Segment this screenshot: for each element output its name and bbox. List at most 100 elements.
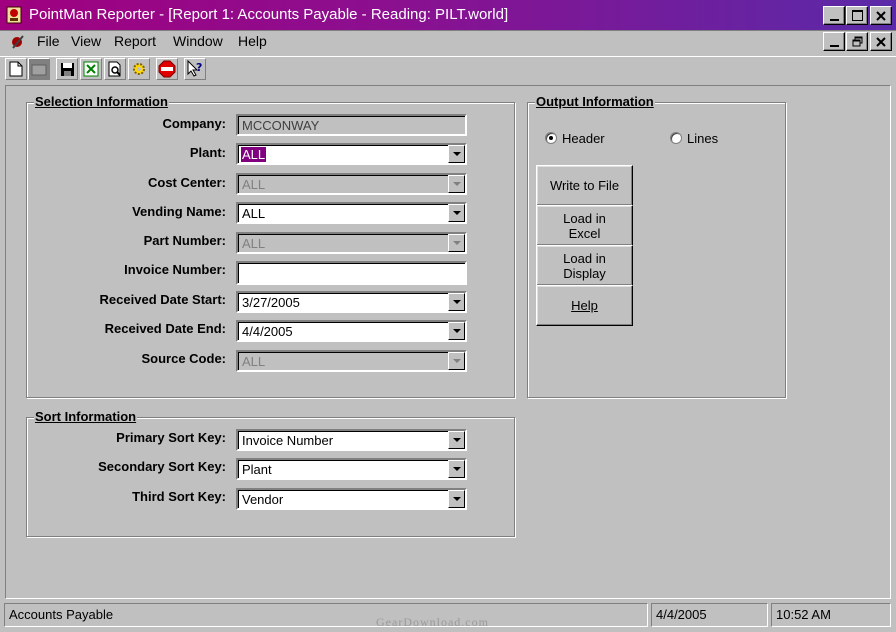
received-start-dropdown-button[interactable] [448, 293, 465, 311]
received-end-label: Received Date End: [104, 321, 226, 336]
load-in-excel-button[interactable]: Load in Excel [536, 205, 633, 246]
stop-button[interactable] [156, 58, 178, 80]
minimize-icon [829, 18, 839, 21]
settings-button[interactable] [128, 58, 150, 80]
received-start-select[interactable]: 3/27/2005 [236, 291, 467, 313]
received-end-value: 4/4/2005 [242, 324, 293, 339]
help-button-label: Help [571, 298, 598, 313]
child-close-button[interactable] [870, 32, 892, 51]
invoice-number-input[interactable] [236, 261, 467, 285]
help-pointer-icon: ? [187, 60, 202, 77]
secondary-sort-dropdown-button[interactable] [448, 460, 465, 478]
vending-name-select[interactable]: ALL [236, 202, 467, 224]
maximize-icon [851, 10, 863, 21]
chevron-down-icon [452, 152, 461, 156]
primary-sort-value: Invoice Number [242, 433, 334, 448]
menu-help[interactable]: Help [238, 32, 267, 50]
open-button[interactable] [28, 58, 50, 80]
minimize-button[interactable] [823, 6, 845, 25]
output-group-title: Output Information [535, 94, 655, 109]
third-sort-dropdown-button[interactable] [448, 490, 465, 508]
secondary-sort-select[interactable]: Plant [236, 458, 467, 480]
print-preview-button[interactable] [104, 58, 126, 80]
chevron-down-icon [452, 329, 461, 333]
plant-select[interactable]: ALL [236, 143, 467, 165]
new-button[interactable] [5, 58, 27, 80]
chevron-down-icon [452, 438, 461, 442]
app-icon[interactable] [5, 5, 25, 25]
save-button[interactable] [56, 58, 78, 80]
save-icon [60, 62, 74, 76]
cost-center-dropdown-button[interactable] [448, 175, 465, 193]
source-code-value: ALL [242, 354, 266, 369]
chevron-down-icon [452, 211, 461, 215]
primary-sort-dropdown-button[interactable] [448, 431, 465, 449]
status-time: 10:52 AM [771, 603, 891, 627]
vending-name-dropdown-button[interactable] [448, 204, 465, 222]
plant-label: Plant: [189, 145, 226, 160]
part-number-select[interactable]: ALL [236, 232, 467, 254]
primary-sort-label: Primary Sort Key: [116, 430, 226, 445]
received-end-dropdown-button[interactable] [448, 322, 465, 340]
close-button[interactable] [870, 6, 892, 25]
source-code-label: Source Code: [141, 351, 226, 366]
close-icon [876, 10, 886, 21]
write-to-file-button[interactable]: Write to File [536, 165, 633, 206]
header-radio[interactable] [545, 132, 557, 144]
menu-file[interactable]: File [37, 32, 60, 50]
menu-view[interactable]: View [71, 32, 101, 50]
maximize-button[interactable] [846, 6, 868, 25]
svg-text:?: ? [196, 61, 202, 74]
cost-center-value: ALL [242, 177, 266, 192]
load-in-display-label-1: Load in [563, 250, 606, 266]
sort-group-title: Sort Information [34, 409, 138, 424]
context-help-button[interactable]: ? [184, 58, 206, 80]
part-number-value: ALL [242, 236, 266, 251]
plant-value: ALL [241, 147, 267, 162]
third-sort-value: Vendor [242, 492, 284, 507]
lines-radio-label[interactable]: Lines [687, 131, 718, 146]
received-end-select[interactable]: 4/4/2005 [236, 320, 467, 342]
chevron-down-icon [452, 497, 461, 501]
part-number-label: Part Number: [143, 233, 226, 248]
third-sort-select[interactable]: Vendor [236, 488, 467, 510]
excel-icon [83, 61, 99, 77]
header-radio-label[interactable]: Header [562, 131, 605, 146]
radio-selected-dot [549, 136, 553, 140]
restore-icon [852, 36, 862, 47]
document-icon[interactable] [9, 33, 29, 51]
watermark: GearDownload.com [376, 615, 489, 629]
source-code-dropdown-button[interactable] [448, 352, 465, 370]
cost-center-label: Cost Center: [147, 175, 226, 190]
chevron-down-icon [452, 241, 461, 245]
stop-icon [158, 60, 176, 78]
company-field: MCCONWAY [236, 114, 467, 136]
load-in-excel-label-1: Load in [563, 210, 606, 226]
status-report-name: Accounts Payable [4, 603, 648, 627]
settings-icon [133, 63, 145, 75]
part-number-dropdown-button[interactable] [448, 234, 465, 252]
company-value: MCCONWAY [242, 118, 320, 133]
primary-sort-select[interactable]: Invoice Number [236, 429, 467, 451]
child-restore-button[interactable] [846, 32, 868, 51]
chevron-down-icon [452, 359, 461, 363]
excel-button[interactable] [80, 58, 102, 80]
received-start-value: 3/27/2005 [242, 295, 300, 310]
load-in-display-button[interactable]: Load in Display [536, 245, 633, 286]
company-label: Company: [162, 116, 226, 131]
secondary-sort-label: Secondary Sort Key: [98, 459, 226, 474]
help-button[interactable]: Help [536, 285, 633, 326]
menu-window[interactable]: Window [173, 32, 223, 50]
lines-radio[interactable] [670, 132, 682, 144]
source-code-select[interactable]: ALL [236, 350, 467, 372]
menu-report[interactable]: Report [114, 32, 156, 50]
chevron-down-icon [452, 467, 461, 471]
chevron-down-icon [452, 300, 461, 304]
vending-name-value: ALL [242, 206, 266, 221]
child-minimize-button[interactable] [823, 32, 845, 51]
cost-center-select[interactable]: ALL [236, 173, 467, 195]
plant-dropdown-button[interactable] [448, 145, 465, 163]
vending-name-label: Vending Name: [132, 204, 226, 219]
invoice-number-label: Invoice Number: [124, 262, 226, 277]
third-sort-label: Third Sort Key: [132, 489, 226, 504]
